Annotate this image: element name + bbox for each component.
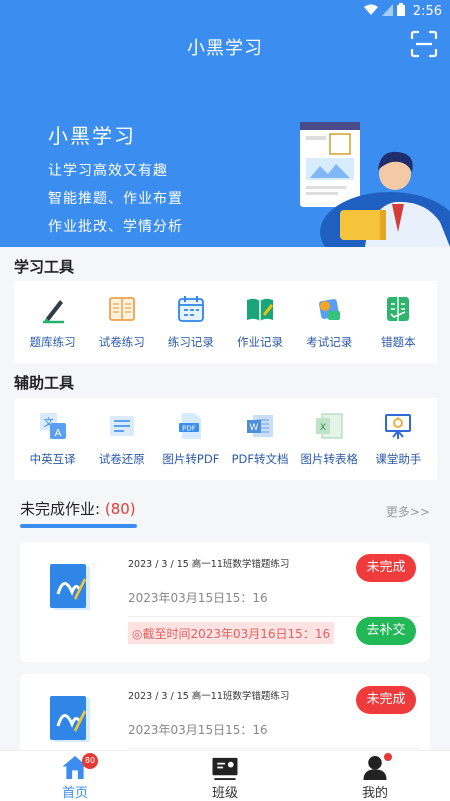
word-icon: W xyxy=(247,415,274,437)
svg-text:PDF: PDF xyxy=(182,425,196,433)
exam-icon xyxy=(319,299,341,320)
homework-count: (80) xyxy=(104,500,136,518)
svg-text:X: X xyxy=(320,423,326,433)
hero-line-1: 让学习高效又有趣 xyxy=(48,163,168,179)
hero-line-3: 作业批改、学情分析 xyxy=(48,219,183,235)
tool-exam-record[interactable]: 考试记录 xyxy=(296,294,362,350)
excel-icon: X xyxy=(316,413,343,439)
paper-icon xyxy=(108,297,135,321)
translate-icon: 文A xyxy=(39,413,66,439)
open-book-icon xyxy=(247,298,274,321)
deadline-tag: ◎截至时间2023年03月16日15：16 xyxy=(128,622,335,644)
homework-title: 2023 / 3 / 15 高一11班数学错题练习 xyxy=(128,691,290,702)
aux-tools-panel: 文A 中英互译 试卷还原 PDF 图片转PDF W PDF转文档 X 图片转表格… xyxy=(14,398,437,480)
hero-line-2: 智能推题、作业布置 xyxy=(48,191,183,207)
tool-question-bank[interactable]: 题库练习 xyxy=(20,294,86,350)
tool-label: 练习记录 xyxy=(167,335,214,349)
class-icon xyxy=(212,757,238,780)
tool-pdf-to-doc[interactable]: W PDF转文档 xyxy=(227,411,293,467)
status-badge: 未完成 xyxy=(356,554,416,582)
bottom-nav: 首页 班级 我的 80 xyxy=(0,750,450,801)
tool-label: 课堂助手 xyxy=(375,452,422,466)
study-tools-title: 学习工具 xyxy=(14,258,75,276)
homework-card[interactable]: 2023 / 3 / 15 高一11班数学错题练习 2023年03月15日15：… xyxy=(20,542,430,662)
status-time: 2:56 xyxy=(412,3,442,19)
hero-illustration xyxy=(300,122,450,247)
scan-icon[interactable] xyxy=(410,30,438,58)
aux-tools-title: 辅助工具 xyxy=(14,374,75,392)
homework-date: 2023年03月15日15：16 xyxy=(128,723,268,737)
notification-dot xyxy=(384,753,392,761)
homework-title: 未完成作业: xyxy=(20,500,101,518)
tool-label: 图片转表格 xyxy=(300,452,358,466)
tool-homework-record[interactable]: 作业记录 xyxy=(227,294,293,350)
math-book-icon xyxy=(50,564,90,610)
nav-class[interactable]: 班级 xyxy=(150,751,300,801)
svg-text:W: W xyxy=(250,423,259,433)
homework-heading: 未完成作业: (80) xyxy=(20,498,136,519)
homework-underline xyxy=(20,524,137,528)
tool-classroom-assistant[interactable]: 课堂助手 xyxy=(365,411,431,467)
svg-text:A: A xyxy=(54,428,61,439)
divider xyxy=(128,748,420,749)
nav-home[interactable]: 首页 xyxy=(0,751,150,801)
tool-label: 题库练习 xyxy=(29,335,76,349)
tool-label: 试卷还原 xyxy=(98,452,145,466)
hero-title: 小黑学习 xyxy=(48,124,136,148)
wifi-icon xyxy=(363,4,378,18)
more-link[interactable]: 更多>> xyxy=(386,503,430,520)
tool-label: 错题本 xyxy=(381,335,416,349)
battery-icon xyxy=(396,3,405,19)
tool-image-to-pdf[interactable]: PDF 图片转PDF xyxy=(158,411,224,467)
app-header: 小黑学习 xyxy=(0,22,450,72)
pdf-icon: PDF xyxy=(178,413,201,439)
tool-practice-record[interactable]: 练习记录 xyxy=(158,294,224,350)
tool-translate[interactable]: 文A 中英互译 xyxy=(20,411,86,467)
signal-icon xyxy=(381,3,393,19)
study-tools-panel: 题库练习 试卷练习 练习记录 作业记录 考试记录 错题本 xyxy=(14,281,437,363)
homework-date: 2023年03月15日15：16 xyxy=(128,591,268,605)
tool-image-to-table[interactable]: X 图片转表格 xyxy=(296,411,362,467)
notebook-icon xyxy=(387,297,410,321)
restore-icon xyxy=(109,416,134,436)
calendar-icon xyxy=(177,296,204,322)
tool-label: 考试记录 xyxy=(306,335,353,349)
status-bar: 2:56 xyxy=(0,0,450,22)
resubmit-button[interactable]: 去补交 xyxy=(356,617,416,645)
tool-paper-restore[interactable]: 试卷还原 xyxy=(89,411,155,467)
tool-paper-practice[interactable]: 试卷练习 xyxy=(89,294,155,350)
nav-label: 我的 xyxy=(361,786,388,801)
status-badge: 未完成 xyxy=(356,686,416,714)
homework-card[interactable]: 2023 / 3 / 15 高一11班数学错题练习 2023年03月15日15：… xyxy=(20,674,430,750)
homework-title: 2023 / 3 / 15 高一11班数学错题练习 xyxy=(128,559,290,570)
math-book-icon xyxy=(50,696,90,742)
notification-badge: 80 xyxy=(82,753,98,769)
pen-book-icon xyxy=(42,300,64,324)
tool-label: 作业记录 xyxy=(237,335,284,349)
board-icon xyxy=(385,414,412,439)
nav-label: 班级 xyxy=(211,786,238,801)
nav-profile[interactable]: 我的 xyxy=(300,751,450,801)
tool-label: 试卷练习 xyxy=(98,335,145,349)
tool-label: 中英互译 xyxy=(29,452,76,466)
nav-label: 首页 xyxy=(61,786,88,801)
tool-label: PDF转文档 xyxy=(231,452,289,466)
hero-banner: 小黑学习 让学习高效又有趣 智能推题、作业布置 作业批改、学情分析 xyxy=(0,72,450,247)
tool-mistake-book[interactable]: 错题本 xyxy=(365,294,431,350)
tool-label: 图片转PDF xyxy=(162,452,220,466)
app-title: 小黑学习 xyxy=(187,38,263,59)
